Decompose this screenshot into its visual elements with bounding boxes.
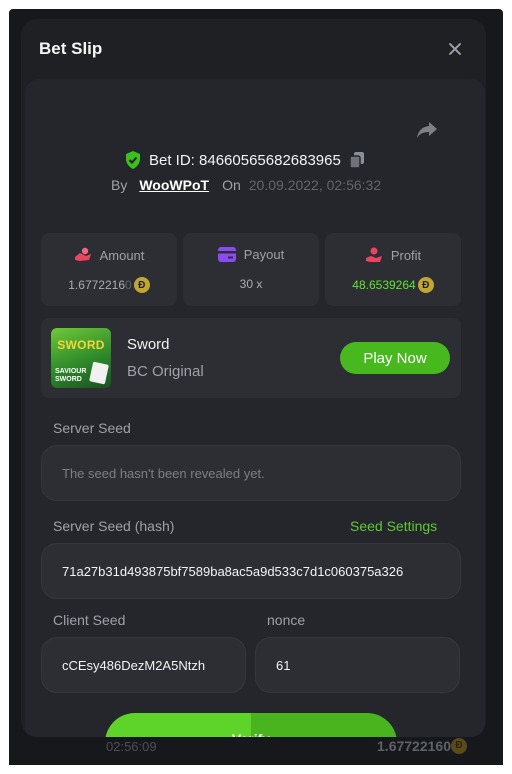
client-seed-value: cCEsy486DezM2A5Ntzh	[62, 657, 206, 673]
profit-stat: Profit 48.6539264 Ð	[325, 233, 461, 306]
nonce-label: nonce	[267, 612, 306, 628]
game-thumbnail[interactable]: SWORD SAVIOUR SWORD	[51, 328, 111, 388]
amount-value: 1.6772216	[68, 278, 126, 292]
bet-meta-row: By WooWPoT On 20.09.2022, 02:56:32	[111, 177, 381, 193]
bet-id-row: Bet ID: 84660565682683965	[125, 150, 364, 170]
game-name: Sword	[127, 336, 170, 353]
game-card: SWORD SAVIOUR SWORD Sword BC Original Pl…	[41, 318, 461, 398]
amount-stat: Amount 1.6772216 0 Ð	[41, 233, 177, 306]
verify-button[interactable]: Verify	[105, 713, 397, 737]
bet-id: Bet ID: 84660565682683965	[149, 151, 341, 169]
play-now-button[interactable]: Play Now	[340, 342, 450, 374]
client-seed-field[interactable]: cCEsy486DezM2A5Ntzh	[41, 637, 246, 693]
background-bet-row: 02:56:09 1.67722160 Ð	[9, 735, 503, 765]
bet-slip-dialog: Bet Slip Bet ID: 84660565682683965 By Wo…	[21, 19, 486, 737]
nonce-value: 61	[276, 657, 291, 673]
background-row-time: 02:56:09	[106, 739, 157, 754]
server-seed-value: The seed hasn't been revealed yet.	[62, 465, 265, 481]
profit-value: 48.6539264	[352, 278, 416, 292]
server-seed-hash-label: Server Seed (hash)	[53, 518, 175, 534]
background-row-amount: 1.67722160	[377, 738, 451, 754]
close-icon[interactable]	[445, 39, 465, 59]
profit-label: Profit	[390, 247, 422, 263]
game-provider: BC Original	[127, 363, 204, 380]
on-label: On	[222, 177, 241, 193]
amount-value-trailing: 0	[125, 278, 132, 292]
dogecoin-icon: Ð	[451, 738, 467, 754]
amount-label: Amount	[99, 247, 145, 263]
thumbnail-title: SWORD	[57, 338, 105, 352]
card-icon	[217, 247, 236, 262]
hand-coin-icon	[74, 247, 91, 261]
bet-date: 20.09.2022, 02:56:32	[248, 177, 382, 193]
server-seed-hash-value: 71a27b31d493875bf7589ba8ac5a9d533c7d1c06…	[62, 563, 404, 579]
dogecoin-icon: Ð	[417, 277, 434, 293]
server-seed-label: Server Seed	[53, 420, 131, 436]
payout-value: 30 x	[239, 277, 263, 291]
payout-stat: Payout 30 x	[183, 233, 319, 306]
share-icon[interactable]	[416, 121, 438, 139]
shield-check-icon	[126, 151, 140, 169]
user-hand-icon	[365, 247, 382, 262]
dogecoin-icon: Ð	[133, 277, 150, 293]
client-seed-label: Client Seed	[53, 612, 126, 628]
seed-settings-link[interactable]: Seed Settings	[350, 518, 437, 534]
by-label: By	[111, 177, 128, 193]
nonce-field[interactable]: 61	[255, 637, 460, 693]
dialog-title: Bet Slip	[39, 39, 103, 58]
server-seed-field: The seed hasn't been revealed yet.	[41, 445, 461, 501]
user-link[interactable]: WooWPoT	[139, 177, 209, 193]
payout-label: Payout	[243, 247, 285, 262]
server-seed-hash-field[interactable]: 71a27b31d493875bf7589ba8ac5a9d533c7d1c06…	[41, 543, 461, 599]
copy-icon[interactable]	[349, 152, 364, 168]
